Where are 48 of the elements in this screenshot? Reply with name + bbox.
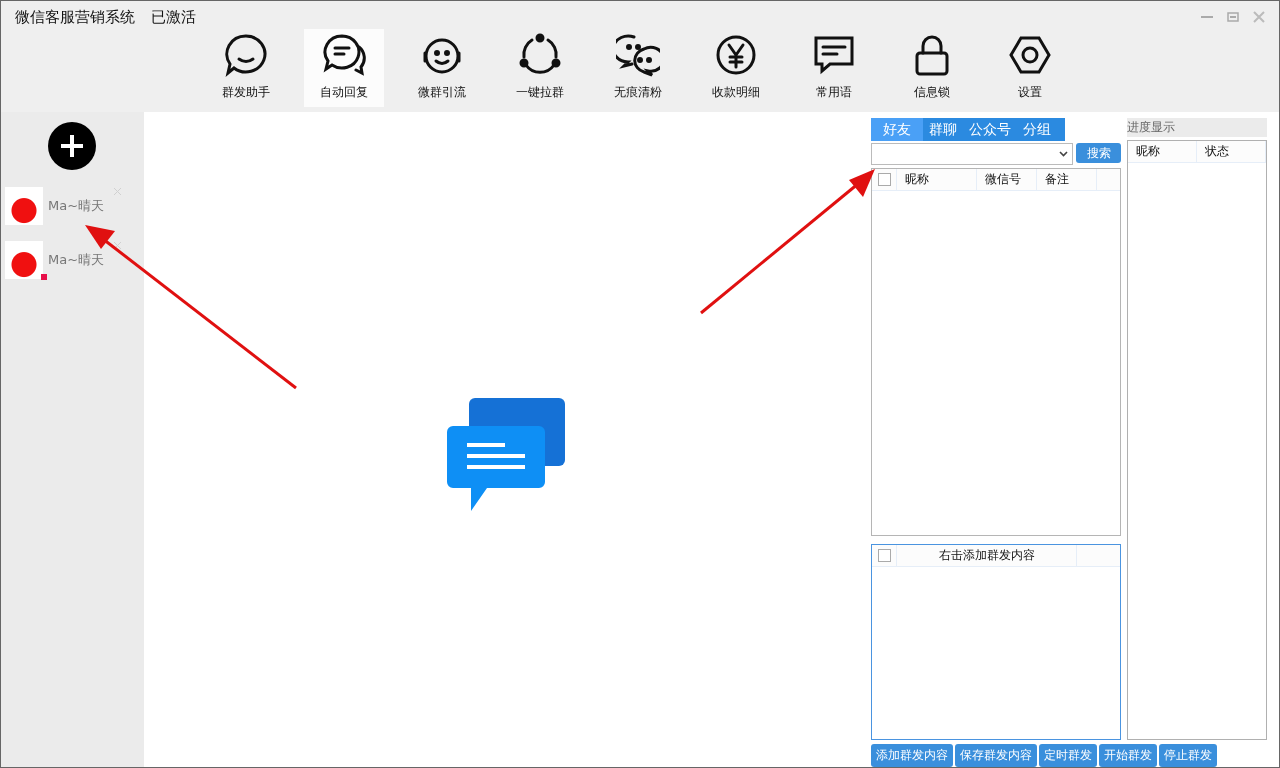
action-button[interactable]: 停止群发	[1159, 744, 1217, 767]
toolbar-button[interactable]: 微群引流	[402, 29, 482, 107]
action-button[interactable]: 开始群发	[1099, 744, 1157, 767]
yen-icon	[714, 33, 758, 77]
select-all-checkbox[interactable]	[877, 549, 891, 562]
add-account-icon[interactable]	[48, 122, 96, 170]
ring-icon	[518, 33, 562, 77]
chat-bubbles-icon	[446, 398, 565, 511]
contact-tab[interactable]: 分组	[1017, 118, 1057, 141]
toolbar-button[interactable]: 信息锁	[892, 29, 972, 107]
account-name: Ma~晴天	[48, 251, 105, 269]
contact-tab[interactable]: 公众号	[963, 118, 1017, 141]
toolbar-button[interactable]: 一键拉群	[500, 29, 580, 107]
window-title: 微信客服营销系统	[15, 7, 135, 27]
toolbar-button[interactable]: 收款明细	[696, 29, 776, 107]
column-header: 昵称	[1128, 141, 1197, 162]
account-item[interactable]: Ma~晴天	[5, 186, 125, 226]
filter-dropdown[interactable]	[871, 143, 1073, 165]
action-button[interactable]: 定时群发	[1039, 744, 1097, 767]
avatar-placeholder	[5, 241, 43, 279]
close-icon[interactable]	[114, 242, 121, 249]
column-header: 状态	[1197, 141, 1266, 162]
smile-bubble-icon	[224, 33, 268, 77]
avatar-placeholder	[5, 187, 43, 225]
contact-tab[interactable]: 好友	[871, 118, 923, 141]
toolbar-button[interactable]: 自动回复	[304, 29, 384, 107]
activation-status: 已激活	[151, 7, 196, 27]
account-item[interactable]: Ma~晴天	[5, 240, 125, 280]
action-button[interactable]: 保存群发内容	[955, 744, 1037, 767]
toolbar-button[interactable]: 设置	[990, 29, 1070, 107]
minimize-icon[interactable]	[1201, 15, 1213, 19]
toolbar-button[interactable]: 无痕清粉	[598, 29, 678, 107]
toolbar-button[interactable]: 群发助手	[206, 29, 286, 107]
search-button[interactable]: 搜索	[1076, 143, 1121, 163]
column-header: 右击添加群发内容	[897, 545, 1077, 566]
toolbar-button[interactable]: 常用语	[794, 29, 874, 107]
account-name: Ma~晴天	[48, 197, 105, 215]
action-button[interactable]: 添加群发内容	[871, 744, 953, 767]
chevron-down-icon	[1059, 151, 1068, 157]
chat-faces-icon	[616, 33, 660, 77]
column-header: 备注	[1037, 169, 1097, 190]
column-header: 昵称	[897, 169, 977, 190]
maximize-icon[interactable]	[1227, 12, 1239, 22]
contact-tab[interactable]: 群聊	[923, 118, 963, 141]
column-header: 微信号	[977, 169, 1037, 190]
text-bubble-icon	[322, 33, 366, 77]
progress-title: 进度显示	[1127, 118, 1267, 137]
select-all-checkbox[interactable]	[877, 173, 891, 186]
